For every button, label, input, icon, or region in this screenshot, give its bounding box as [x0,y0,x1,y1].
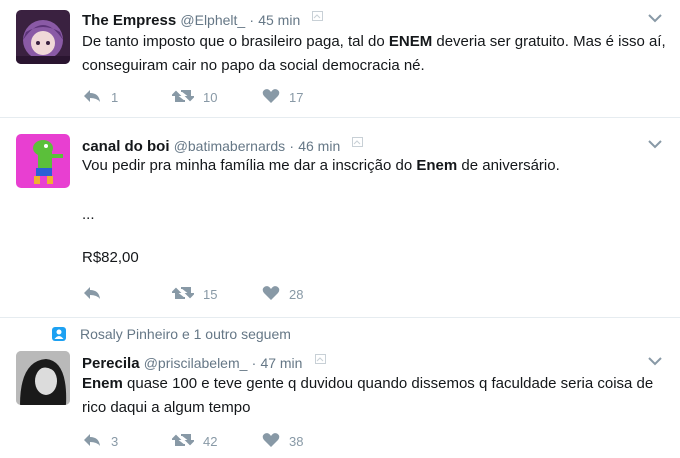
author-handle[interactable]: @Elphelt_ [180,12,245,28]
tweet[interactable]: The Empress @Elphelt_ · 45 min De tanto … [0,0,680,118]
like-count: 28 [289,286,304,302]
retweet-button[interactable]: 15 [170,285,262,304]
person-icon [52,327,66,341]
broken-image-icon [352,134,364,147]
author-name[interactable]: Perecila [82,355,140,372]
avatar[interactable] [16,134,70,188]
reply-count: 3 [111,433,119,449]
reply-button[interactable] [82,285,172,304]
retweet-count: 10 [203,89,218,105]
reply-icon [82,88,111,107]
reply-button[interactable]: 1 [82,88,172,107]
chevron-down-icon[interactable] [648,10,662,23]
tweet-header: canal do boi @batimabernards · 46 min [82,134,364,155]
tweet-text-line: R$82,00 [82,249,139,266]
separator: · [251,355,257,371]
tweet-text: Enem quase 100 e teve gente q duvidou qu… [82,375,654,416]
avatar[interactable] [16,351,70,405]
social-context: Rosaly Pinheiro e 1 outro seguem [52,326,291,342]
tweet-actions: 3 42 38 [82,431,352,451]
separator: · [249,12,255,28]
tweet-actions: 1 10 17 [82,87,352,107]
timestamp[interactable]: 46 min [298,138,340,154]
timestamp[interactable]: 45 min [258,12,300,28]
broken-image-icon [314,351,326,364]
tweet-text: Vou pedir pra minha família me dar a ins… [82,157,560,174]
tweet[interactable]: Rosaly Pinheiro e 1 outro seguem Perecil… [0,318,680,458]
tweet-header: The Empress @Elphelt_ · 45 min [82,8,324,29]
hashtag-highlight: Enem [416,157,458,174]
reply-button[interactable]: 3 [82,432,172,451]
reply-count: 1 [111,89,119,105]
separator: · [289,138,295,154]
chevron-down-icon[interactable] [648,136,662,149]
heart-icon [262,88,289,107]
heart-icon [262,285,289,304]
reply-icon [82,432,111,451]
like-button[interactable]: 28 [262,285,352,304]
author-name[interactable]: The Empress [82,12,176,29]
heart-icon [262,432,289,451]
like-button[interactable]: 17 [262,88,352,107]
tweet-text: De tanto imposto que o brasileiro paga, … [82,33,666,74]
tweet[interactable]: canal do boi @batimabernards · 46 min Vo… [0,118,680,318]
timeline: The Empress @Elphelt_ · 45 min De tanto … [0,0,680,449]
retweet-icon [170,432,203,451]
retweet-button[interactable]: 42 [170,432,262,451]
author-name[interactable]: canal do boi [82,138,170,155]
like-button[interactable]: 38 [262,432,352,451]
like-count: 38 [289,433,304,449]
tweet-header: Perecila @priscilabelem_ · 47 min [82,351,326,372]
timestamp[interactable]: 47 min [260,355,302,371]
like-count: 17 [289,89,304,105]
reply-icon [82,285,111,304]
tweet-actions: 15 28 [82,284,352,304]
author-handle[interactable]: @priscilabelem_ [144,355,248,371]
broken-image-icon [312,8,324,21]
hashtag-highlight: ENEM [388,33,433,50]
social-context-text[interactable]: Rosaly Pinheiro e 1 outro seguem [80,326,291,342]
chevron-down-icon[interactable] [648,353,662,366]
retweet-icon [170,285,203,304]
avatar[interactable] [16,10,70,64]
retweet-button[interactable]: 10 [170,88,262,107]
retweet-count: 42 [203,433,218,449]
retweet-count: 15 [203,286,218,302]
tweet-text-line: ... [82,206,95,223]
retweet-icon [170,88,203,107]
hashtag-highlight: Enem [82,375,123,392]
author-handle[interactable]: @batimabernards [174,138,286,154]
